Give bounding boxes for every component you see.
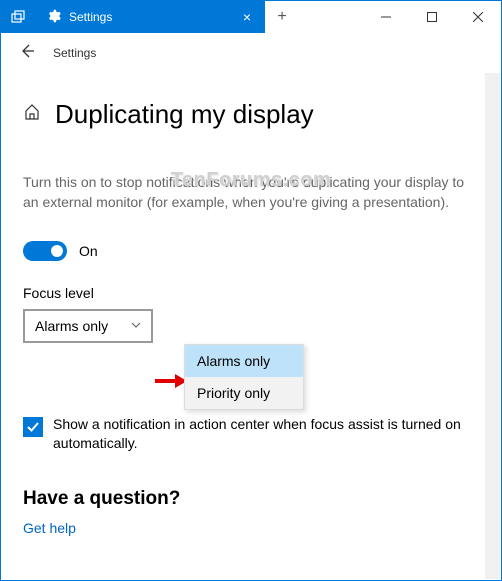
back-button[interactable] — [19, 43, 35, 64]
focus-level-dropdown[interactable]: Alarms only — [23, 309, 153, 343]
sub-header: Settings — [1, 33, 501, 73]
minimize-button[interactable] — [363, 1, 409, 33]
page-title: Duplicating my display — [55, 99, 314, 130]
notification-checkbox[interactable] — [23, 417, 43, 437]
close-button[interactable] — [455, 1, 501, 33]
title-bar: Settings × + — [1, 1, 501, 33]
dropdown-option-alarms-only[interactable]: Alarms only — [185, 345, 303, 377]
get-help-link[interactable]: Get help — [23, 520, 76, 536]
question-heading: Have a question? — [23, 488, 479, 510]
home-icon[interactable] — [23, 103, 41, 126]
toggle-switch[interactable] — [23, 241, 67, 261]
chevron-down-icon — [131, 319, 141, 333]
checkbox-label: Show a notification in action center whe… — [53, 415, 479, 454]
titlebar-drag-area — [299, 1, 363, 33]
page-description: Turn this on to stop notifications when … — [23, 172, 479, 213]
toggle-label: On — [79, 243, 98, 259]
dropdown-value: Alarms only — [35, 318, 108, 334]
gear-icon — [47, 9, 61, 26]
breadcrumb: Settings — [53, 46, 96, 60]
scrollbar[interactable] — [485, 73, 500, 579]
tab-label: Settings — [69, 10, 237, 24]
focus-level-label: Focus level — [23, 285, 479, 301]
focus-level-menu: Alarms only Priority only — [184, 344, 304, 410]
tab-close-icon[interactable]: × — [237, 9, 257, 25]
toggle-knob — [51, 245, 63, 257]
maximize-button[interactable] — [409, 1, 455, 33]
dropdown-option-priority-only[interactable]: Priority only — [185, 377, 303, 409]
tab-settings[interactable]: Settings × — [35, 1, 265, 33]
new-tab-button[interactable]: + — [265, 1, 299, 33]
multitask-icon[interactable] — [1, 1, 35, 33]
